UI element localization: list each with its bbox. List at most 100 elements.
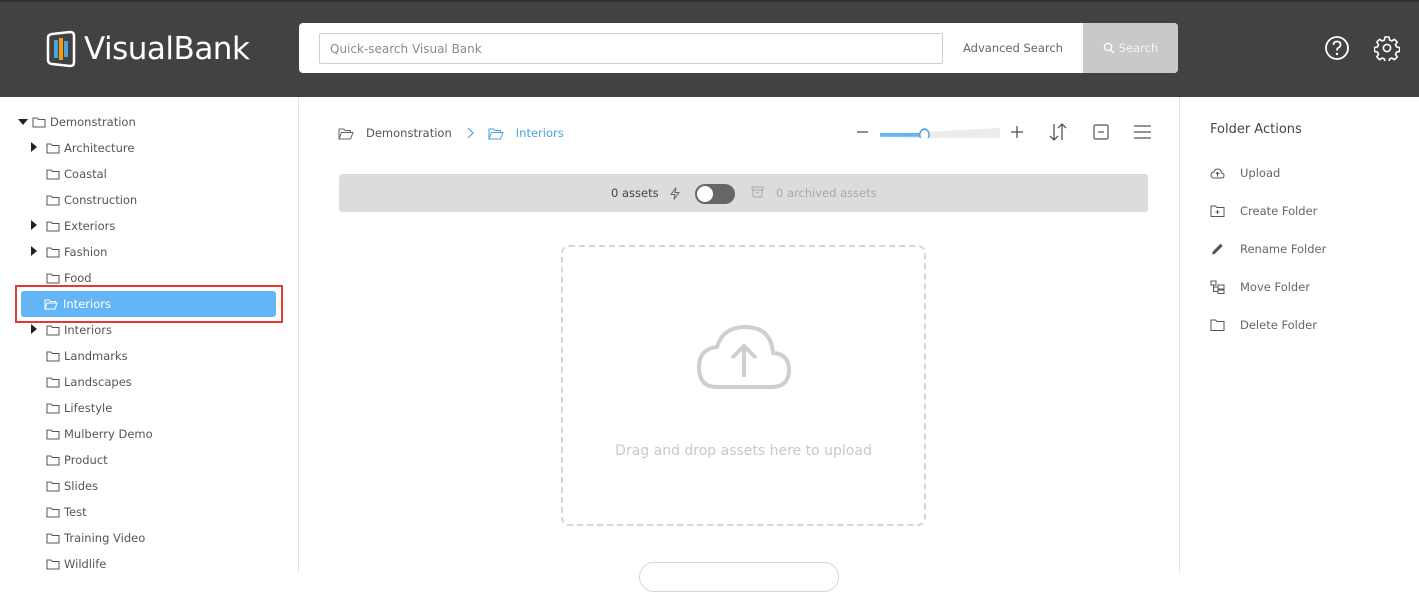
folder-open-icon bbox=[488, 128, 504, 139]
upload-dropzone[interactable]: Drag and drop assets here to upload bbox=[561, 245, 926, 526]
tree-label: Landscapes bbox=[64, 375, 132, 389]
folder-icon bbox=[46, 325, 60, 336]
zoom-slider-handle[interactable] bbox=[919, 128, 930, 138]
tree-item-landscapes[interactable]: Landscapes bbox=[30, 371, 132, 393]
action-label: Create Folder bbox=[1240, 204, 1318, 218]
logo-mark-icon bbox=[46, 30, 76, 68]
folder-icon bbox=[46, 351, 60, 362]
zoom-out-icon[interactable] bbox=[852, 121, 874, 143]
tree-item-mulberry-demo[interactable]: Mulberry Demo bbox=[30, 423, 153, 445]
upload-button[interactable] bbox=[639, 562, 839, 592]
tree-item-wildlife[interactable]: Wildlife bbox=[30, 553, 106, 575]
zoom-slider[interactable] bbox=[880, 128, 1000, 138]
tree-item-slides[interactable]: Slides bbox=[30, 475, 98, 497]
chevron-right-icon bbox=[467, 127, 474, 139]
caret-right-icon[interactable] bbox=[30, 323, 46, 337]
folder-open-icon bbox=[338, 128, 354, 139]
rename-folder-action[interactable]: Rename Folder bbox=[1210, 240, 1326, 258]
tree-label: Landmarks bbox=[64, 349, 128, 363]
folder-plus-icon bbox=[1210, 205, 1225, 217]
caret-down-icon[interactable] bbox=[18, 117, 28, 127]
caret-right-icon[interactable] bbox=[30, 219, 46, 233]
collapse-icon[interactable] bbox=[1090, 121, 1112, 143]
caret-right-icon[interactable] bbox=[30, 245, 46, 259]
folder-icon bbox=[46, 169, 60, 180]
tree-item-test[interactable]: Test bbox=[30, 501, 87, 523]
cloud-upload-icon bbox=[697, 325, 791, 389]
logo-text: VisualBank bbox=[84, 31, 250, 67]
tree-label: Training Video bbox=[64, 531, 146, 545]
zoom-in-icon[interactable] bbox=[1006, 121, 1028, 143]
tree-item-coastal[interactable]: Coastal bbox=[30, 163, 107, 185]
upload-action[interactable]: Upload bbox=[1210, 164, 1280, 182]
menu-icon[interactable] bbox=[1131, 121, 1153, 143]
tree-item-landmarks[interactable]: Landmarks bbox=[30, 345, 128, 367]
folder-open-icon bbox=[44, 299, 58, 310]
pencil-icon bbox=[1212, 243, 1223, 255]
folder-icon bbox=[32, 117, 46, 128]
delete-folder-action[interactable]: Delete Folder bbox=[1210, 316, 1317, 334]
visualbank-logo[interactable]: VisualBank bbox=[46, 28, 250, 70]
archived-toggle[interactable] bbox=[695, 184, 735, 204]
sort-icon[interactable] bbox=[1047, 121, 1069, 143]
move-folder-action[interactable]: Move Folder bbox=[1210, 278, 1310, 296]
settings-icon[interactable] bbox=[1374, 35, 1400, 61]
tree-item-interiors-selected[interactable]: Interiors bbox=[21, 291, 276, 317]
tree-label: Product bbox=[64, 453, 108, 467]
folder-icon bbox=[46, 403, 60, 414]
search-bar: Advanced Search Search bbox=[299, 23, 1178, 73]
breadcrumb: Demonstration Interiors bbox=[338, 123, 564, 143]
archived-count: 0 archived assets bbox=[776, 186, 877, 200]
advanced-search-link[interactable]: Advanced Search bbox=[963, 23, 1063, 73]
action-label: Move Folder bbox=[1240, 280, 1311, 294]
tree-item-lifestyle[interactable]: Lifestyle bbox=[30, 397, 112, 419]
archive-icon bbox=[751, 186, 764, 198]
assets-count: 0 assets bbox=[611, 186, 659, 200]
tree-label: Architecture bbox=[64, 141, 135, 155]
folder-icon bbox=[46, 481, 60, 492]
folder-icon bbox=[46, 377, 60, 388]
folder-icon bbox=[46, 195, 60, 206]
folder-icon bbox=[46, 273, 60, 284]
toggle-knob bbox=[697, 186, 713, 202]
folder-minus-icon bbox=[1210, 319, 1225, 331]
tree-label: Fashion bbox=[64, 245, 108, 259]
folder-icon bbox=[46, 247, 60, 258]
create-folder-action[interactable]: Create Folder bbox=[1210, 202, 1317, 220]
move-folder-icon bbox=[1210, 280, 1225, 294]
tree-label: Test bbox=[64, 505, 87, 519]
tree-label: Demonstration bbox=[50, 115, 136, 129]
folder-tree-sidebar: Demonstration Architecture Coastal Constru… bbox=[0, 97, 299, 573]
tree-item-construction[interactable]: Construction bbox=[30, 189, 137, 211]
tree-label: Wildlife bbox=[64, 557, 107, 571]
tree-item-product[interactable]: Product bbox=[30, 449, 108, 471]
tree-item-architecture[interactable]: Architecture bbox=[30, 137, 134, 159]
folder-icon bbox=[46, 221, 60, 232]
tree-item-training-video[interactable]: Training Video bbox=[30, 527, 145, 549]
folder-icon bbox=[46, 559, 60, 570]
tree-root-demonstration[interactable]: Demonstration bbox=[18, 111, 136, 133]
breadcrumb-item-demonstration[interactable]: Demonstration bbox=[366, 126, 452, 140]
tree-label: Interiors bbox=[63, 297, 111, 311]
tree-item-fashion[interactable]: Fashion bbox=[30, 241, 107, 263]
folder-icon bbox=[46, 455, 60, 466]
caret-right-icon[interactable] bbox=[30, 141, 46, 155]
folder-actions-title: Folder Actions bbox=[1210, 122, 1302, 137]
assets-status-bar: 0 assets 0 archived assets bbox=[339, 174, 1148, 212]
folder-icon bbox=[46, 507, 60, 518]
search-button-label: Search bbox=[1118, 41, 1159, 55]
tree-item-exteriors[interactable]: Exteriors bbox=[30, 215, 115, 237]
folder-icon bbox=[46, 429, 60, 440]
zoom-slider-fill bbox=[880, 133, 925, 137]
folder-actions-panel: Folder Actions Upload Create Folder Rena… bbox=[1179, 97, 1419, 573]
help-icon[interactable] bbox=[1324, 35, 1350, 61]
quick-search-input[interactable] bbox=[319, 33, 943, 64]
app-header: VisualBank Advanced Search Search bbox=[0, 0, 1419, 97]
breadcrumb-item-interiors[interactable]: Interiors bbox=[516, 126, 564, 140]
lightning-icon bbox=[670, 187, 680, 200]
tree-label: Exteriors bbox=[64, 219, 116, 233]
main-content: Demonstration Interiors 0 assets 0 archi… bbox=[299, 97, 1179, 592]
dropzone-text: Drag and drop assets here to upload bbox=[615, 443, 872, 459]
search-button[interactable]: Search bbox=[1083, 23, 1178, 73]
tree-label: Coastal bbox=[64, 167, 107, 181]
